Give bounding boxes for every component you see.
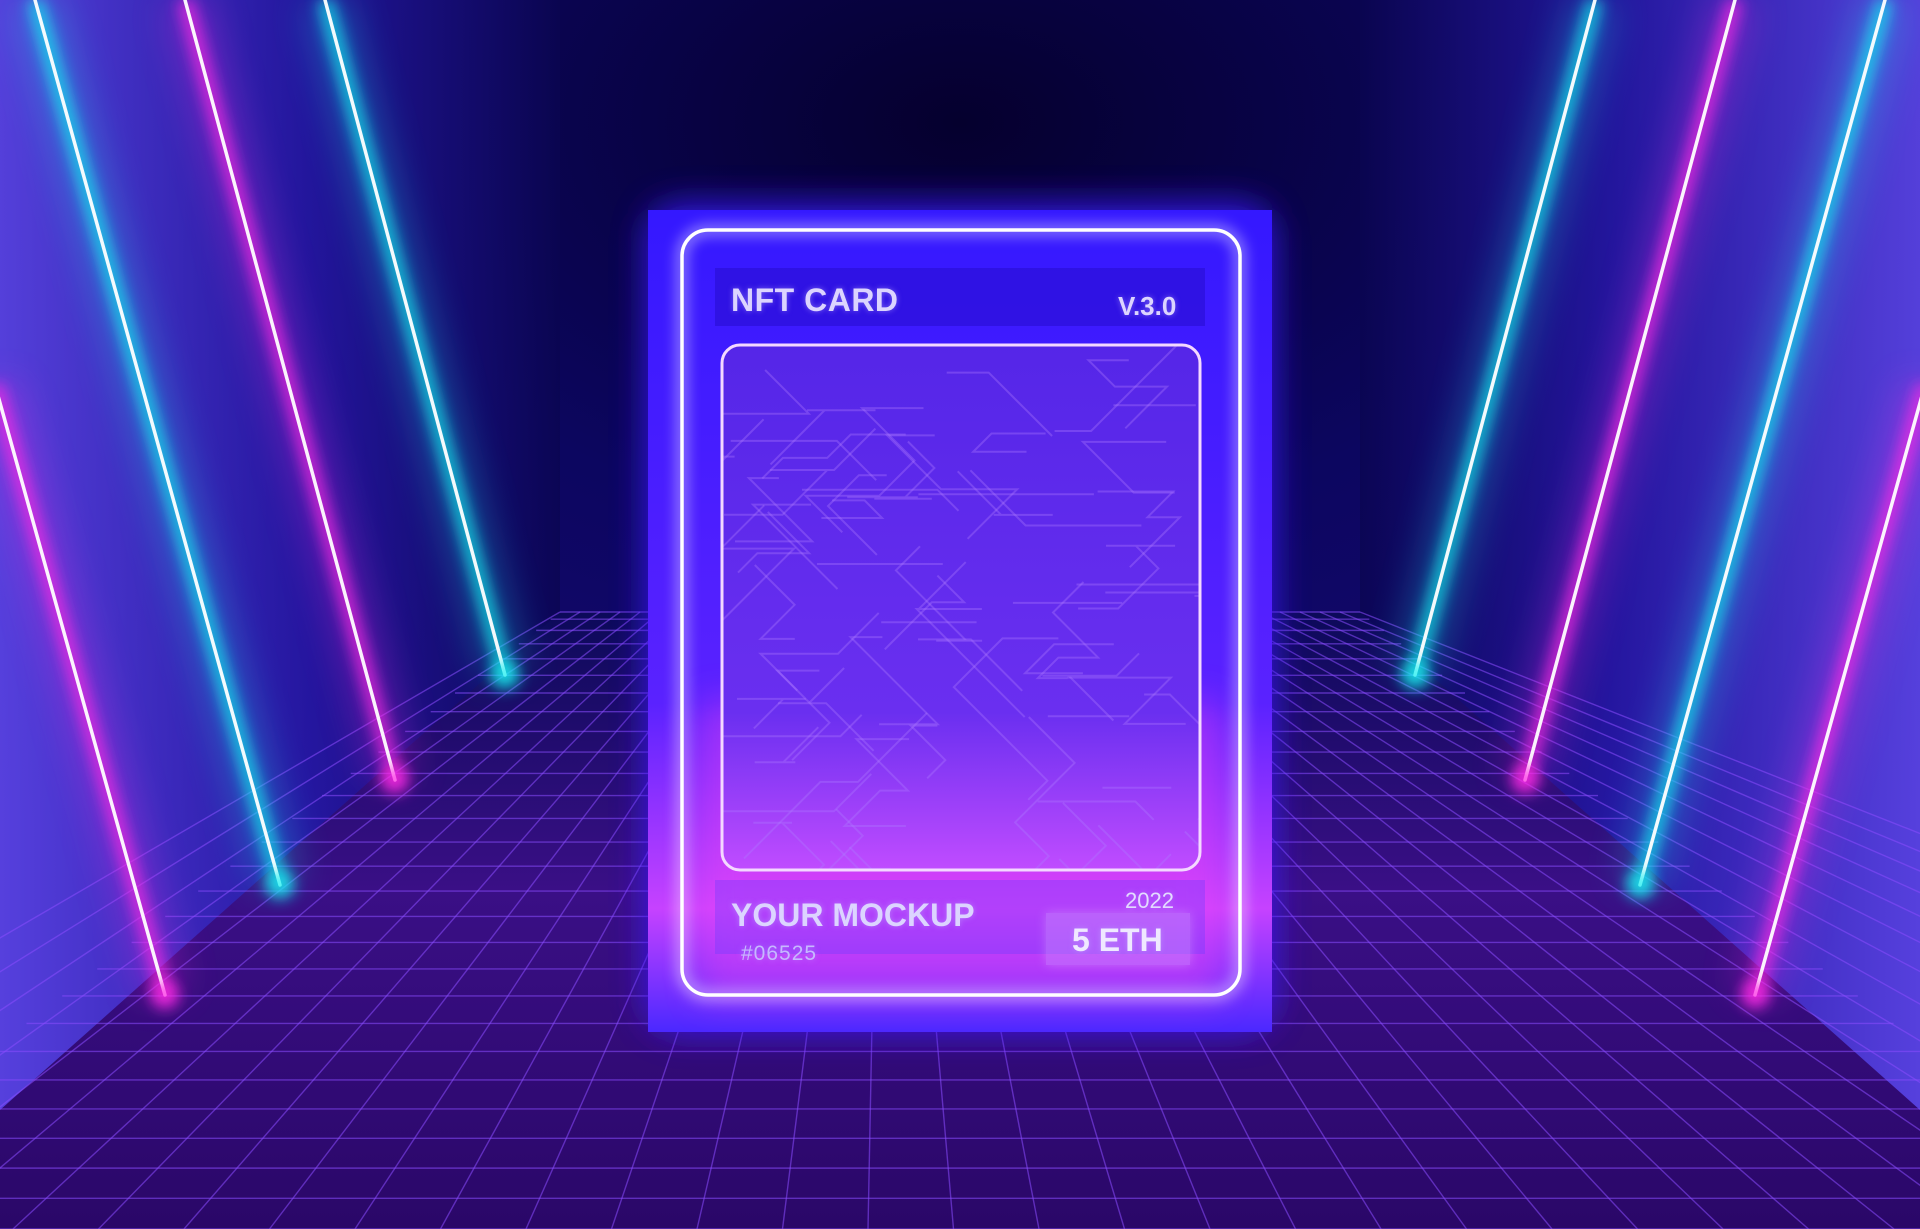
card-price: 5 ETH — [1072, 922, 1163, 958]
card-year: 2022 — [1125, 888, 1174, 913]
neon-scene: NFT CARD V.3.0 YOUR MOCKUP #06525 2022 5… — [0, 0, 1920, 1229]
card-serial: #06525 — [741, 942, 818, 965]
card-name: YOUR MOCKUP — [731, 897, 975, 933]
card-title: NFT CARD — [731, 282, 899, 318]
neon-background — [0, 0, 1920, 1229]
card-artwork-area — [722, 345, 1200, 870]
card-version: V.3.0 — [1118, 291, 1177, 321]
